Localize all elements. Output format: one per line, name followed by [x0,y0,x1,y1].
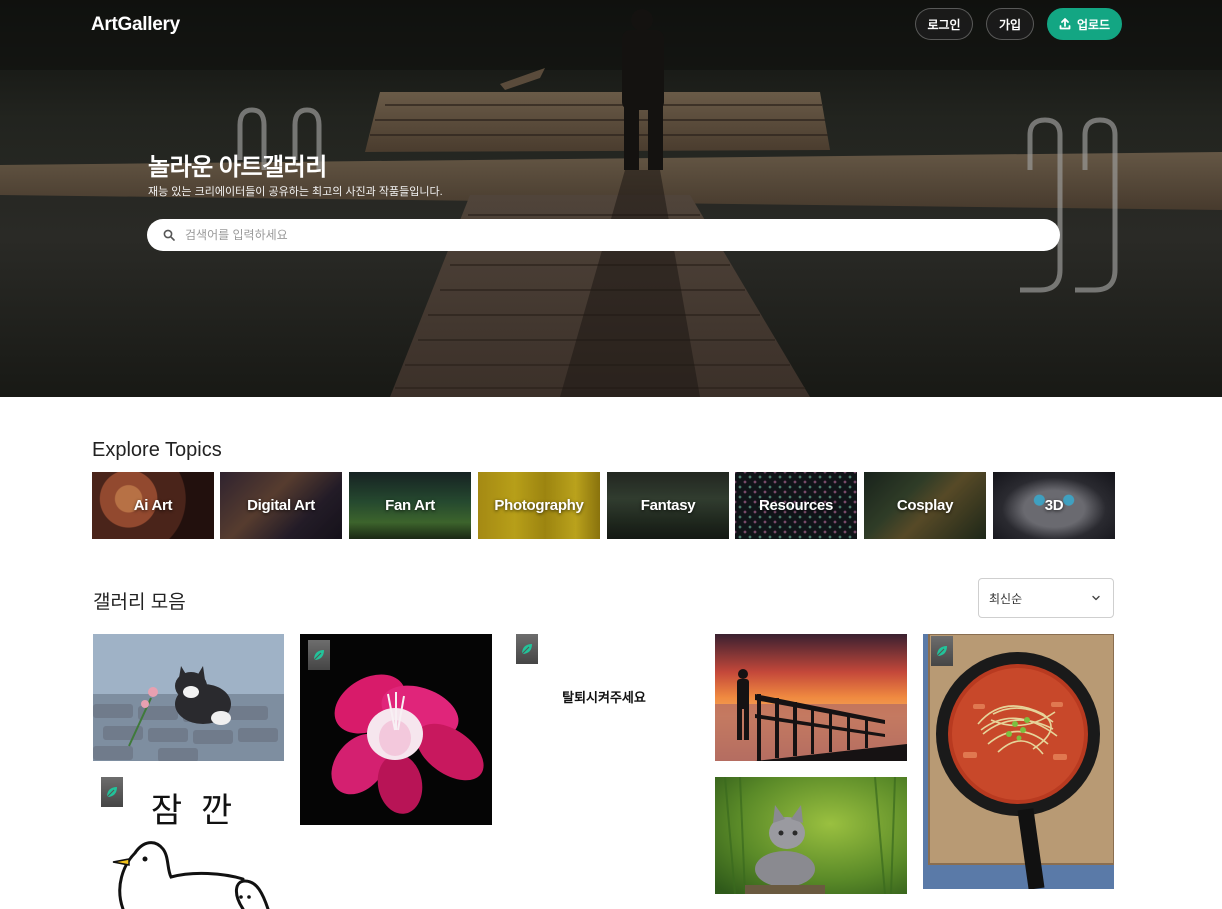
upload-button[interactable]: 업로드 [1047,8,1122,40]
top-navigation-bar: ArtGallery 로그인 가입 업로드 [0,0,1222,50]
badge [308,640,330,670]
card-caption: 탈퇴시켜주세요 [562,690,646,705]
search-bar[interactable] [147,219,1060,251]
gallery-card-kitten-grass[interactable] [715,777,907,894]
site-logo[interactable]: ArtGallery [91,14,180,36]
gallery-card-food-noodles[interactable] [923,634,1114,889]
gallery-card-text[interactable]: 탈퇴시켜주세요 [508,634,700,754]
topic-digital-art[interactable]: Digital Art [220,472,342,539]
kitten-grass-image [715,777,907,894]
sort-select[interactable]: 최신순 [978,578,1114,618]
sunset-pier-image [715,634,907,761]
topic-fan-art[interactable]: Fan Art [349,472,471,539]
hero-banner: ArtGallery 로그인 가입 업로드 놀라운 아트갤러리 재능 있는 크리… [0,0,1222,397]
topics-title: Explore Topics [92,439,222,461]
topic-ai-art[interactable]: Ai Art [92,472,214,539]
upload-icon [1059,18,1071,30]
leaf-icon [936,646,947,657]
sort-selected-value: 최신순 [989,591,1023,606]
gallery-card-doodle-bird[interactable]: 잠 깐 [93,769,284,909]
gallery-card-pink-flower[interactable] [300,634,492,825]
kitten-flower-image [93,634,284,761]
food-noodles-image [923,634,1114,889]
gallery-card-kitten-flower[interactable] [93,634,284,761]
topic-photography[interactable]: Photography [478,472,600,539]
topic-label: Fantasy [640,497,696,514]
gallery-card-sunset-pier[interactable] [715,634,907,761]
topic-label: Resources [758,497,833,514]
hero-subtitle: 재능 있는 크리에이터들이 공유하는 최고의 사진과 작품들입니다. [148,186,443,198]
gallery-title: 갤러리 모음 [93,592,186,613]
badge [101,777,123,807]
topics-row: Ai Art Digital Art Fan Art Photography F… [92,472,1116,539]
search-icon [163,229,175,241]
login-button[interactable]: 로그인 [915,8,973,40]
topic-fantasy[interactable]: Fantasy [607,472,729,539]
hero-title: 놀라운 아트갤러리 [148,154,327,181]
topic-label: 3D [1044,497,1064,514]
topic-label: Ai Art [133,497,173,514]
topic-label: Cosplay [896,497,954,514]
leaf-icon [106,787,117,798]
topic-label: Photography [494,497,584,514]
chevron-down-icon [1092,595,1100,601]
badge [516,634,538,664]
topic-cosplay[interactable]: Cosplay [864,472,986,539]
leaf-icon [521,644,532,655]
join-button[interactable]: 가입 [986,8,1034,40]
topic-label: Digital Art [247,497,315,514]
topic-resources[interactable]: Resources [735,472,857,539]
topic-label: Fan Art [385,497,435,514]
leaf-icon [313,650,324,661]
badge [931,636,953,666]
upload-button-label: 업로드 [1076,17,1111,32]
search-input[interactable] [185,228,1045,242]
topic-3d[interactable]: 3D [993,472,1115,539]
